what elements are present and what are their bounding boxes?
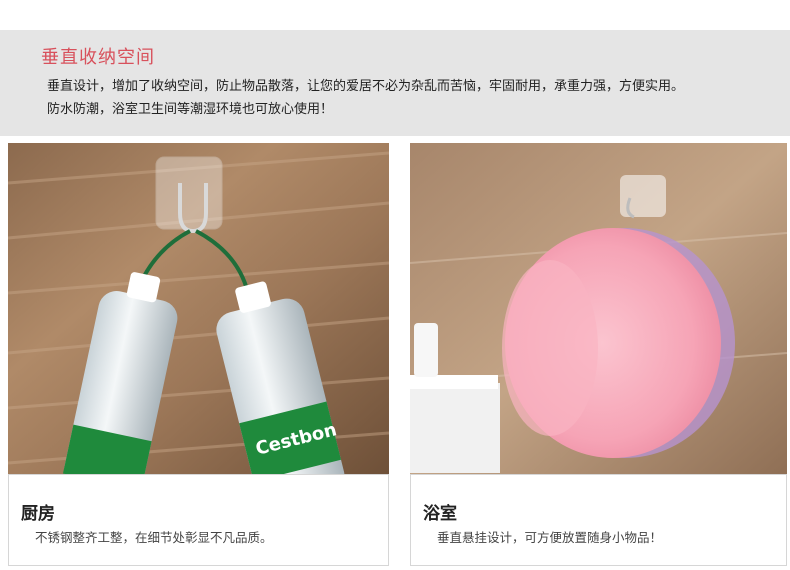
kitchen-caption-text: 不锈钢整齐工整，在细节处彰显不凡品质。 bbox=[35, 530, 273, 545]
kitchen-caption-title: 厨房 bbox=[21, 504, 55, 524]
bathroom-caption-text: 垂直悬挂设计，可方便放置随身小物品！ bbox=[437, 530, 663, 545]
header-banner: 垂直收纳空间 垂直设计，增加了收纳空间，防止物品散落，让您的爱居不必为杂乱而苦恼… bbox=[0, 30, 790, 136]
kitchen-photo: Cestbon bbox=[8, 143, 389, 474]
bathroom-photo-illustration bbox=[410, 143, 787, 474]
kitchen-caption: 厨房 不锈钢整齐工整，在细节处彰显不凡品质。 bbox=[8, 474, 389, 566]
page-title: 垂直收纳空间 bbox=[41, 47, 155, 68]
intro-text-line-1: 垂直设计，增加了收纳空间，防止物品散落，让您的爱居不必为杂乱而苦恼，牢固耐用，承… bbox=[47, 79, 685, 94]
intro-text-line-2: 防水防潮，浴室卫生间等潮湿环境也可放心使用！ bbox=[47, 102, 334, 117]
bathroom-photo bbox=[410, 143, 787, 474]
bathroom-caption: 浴室 垂直悬挂设计，可方便放置随身小物品！ bbox=[410, 474, 787, 566]
bathroom-caption-title: 浴室 bbox=[423, 504, 457, 524]
kitchen-photo-illustration: Cestbon bbox=[8, 143, 389, 474]
